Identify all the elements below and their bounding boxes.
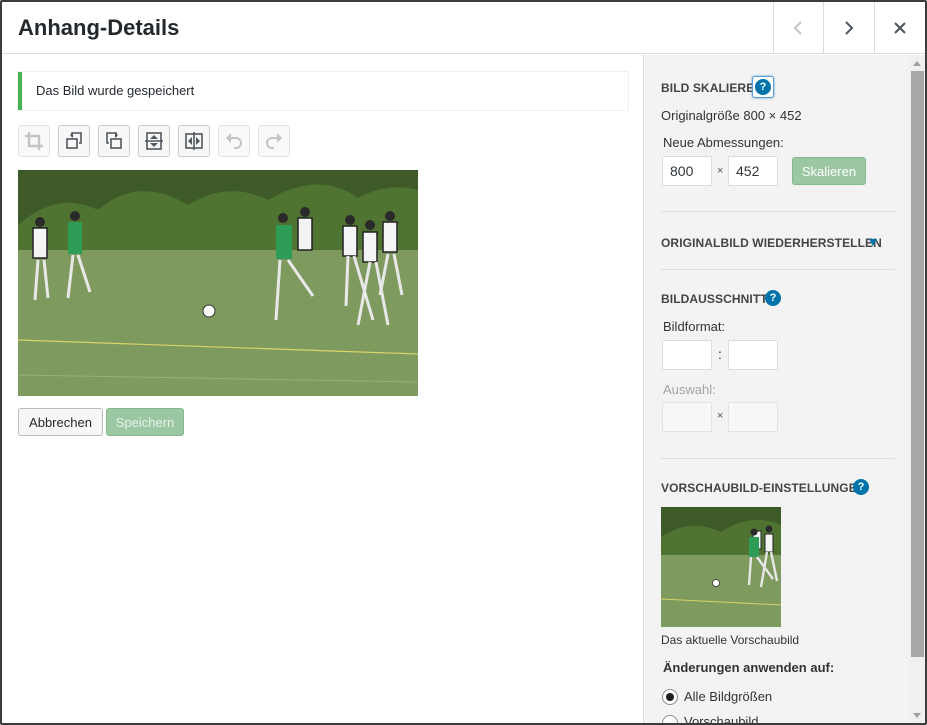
modal-title: Anhang-Details [18, 15, 180, 40]
selection-width-input[interactable] [662, 402, 712, 432]
triangle-up-icon [913, 61, 921, 66]
undo-icon [226, 133, 242, 149]
triangle-down-icon [913, 713, 921, 718]
saved-notice: Das Bild wurde gespeichert [18, 72, 628, 110]
restore-original-toggle[interactable]: ORIGINALBILD WIEDERHERSTELLEN [661, 236, 882, 250]
radio-all-sizes[interactable] [662, 689, 678, 705]
ratio-colon: : [718, 346, 722, 362]
help-icon[interactable]: ? [755, 79, 771, 95]
rotate-left-button[interactable] [58, 125, 90, 157]
rotate-right-icon [106, 132, 122, 149]
flip-vertical-icon [145, 132, 163, 150]
radio-thumbnail-label[interactable]: Vorschaubild [684, 714, 758, 723]
undo-button[interactable] [218, 125, 250, 157]
divider [661, 269, 895, 270]
triangle-down-icon[interactable] [869, 239, 877, 246]
selection-height-input[interactable] [728, 402, 778, 432]
divider [661, 211, 895, 212]
attachment-details-modal: Anhang-Details Das Bild wurde gespeicher… [0, 0, 927, 725]
current-thumbnail-image [661, 507, 781, 627]
radio-all-sizes-label[interactable]: Alle Bildgrößen [684, 689, 772, 704]
scale-section-title: BILD SKALIEREN [661, 81, 764, 95]
chevron-left-icon [793, 21, 802, 35]
redo-button[interactable] [258, 125, 290, 157]
image-settings-sidebar: BILD SKALIEREN ? Originalgröße 800 × 452… [643, 55, 909, 723]
scroll-up-arrow[interactable] [909, 56, 925, 70]
redo-icon [266, 133, 282, 149]
scrollbar-thumb[interactable] [911, 71, 924, 657]
aspect-ratio-label: Bildformat: [663, 319, 726, 334]
aspect-ratio-width-input[interactable] [662, 340, 712, 370]
cancel-button[interactable]: Abbrechen [18, 408, 103, 436]
thumbnail-section-title: VORSCHAUBILD-EINSTELLUNGEN [661, 481, 866, 495]
flip-vertical-button[interactable] [138, 125, 170, 157]
aspect-ratio-height-input[interactable] [728, 340, 778, 370]
close-button[interactable] [874, 2, 924, 54]
next-button[interactable] [823, 2, 873, 54]
flip-horizontal-button[interactable] [178, 125, 210, 157]
modal-header: Anhang-Details [2, 2, 925, 54]
thumbnail-caption: Das aktuelle Vorschaubild [661, 633, 800, 647]
original-size-text: Originalgröße 800 × 452 [661, 108, 802, 123]
times-sign: × [717, 410, 724, 422]
times-sign: × [717, 165, 724, 177]
editable-image[interactable] [18, 170, 418, 396]
previous-button[interactable] [773, 2, 823, 54]
help-icon[interactable]: ? [765, 290, 781, 306]
scroll-down-arrow[interactable] [909, 709, 925, 723]
crop-button[interactable] [18, 125, 50, 157]
rotate-left-icon [66, 132, 82, 149]
divider [661, 458, 895, 459]
image-editor: Das Bild wurde gespeichert Abbrechen Spe… [2, 55, 643, 723]
scale-button[interactable]: Skalieren [792, 157, 866, 185]
help-icon[interactable]: ? [853, 479, 869, 495]
flip-horizontal-icon [185, 132, 203, 150]
new-dimensions-label: Neue Abmessungen: [663, 135, 784, 150]
crop-icon [25, 132, 43, 150]
radio-thumbnail[interactable] [662, 715, 678, 723]
selection-label: Auswahl: [663, 382, 716, 397]
scale-height-input[interactable]: 452 [728, 156, 778, 186]
crop-section-title: BILDAUSSCHNITT [661, 292, 768, 306]
rotate-right-button[interactable] [98, 125, 130, 157]
close-icon [893, 22, 906, 34]
chevron-right-icon [844, 21, 853, 35]
apply-changes-label: Änderungen anwenden auf: [663, 660, 835, 675]
save-button[interactable]: Speichern [106, 408, 184, 436]
sidebar-scrollbar[interactable] [909, 55, 925, 723]
scale-width-input[interactable]: 800 [662, 156, 712, 186]
